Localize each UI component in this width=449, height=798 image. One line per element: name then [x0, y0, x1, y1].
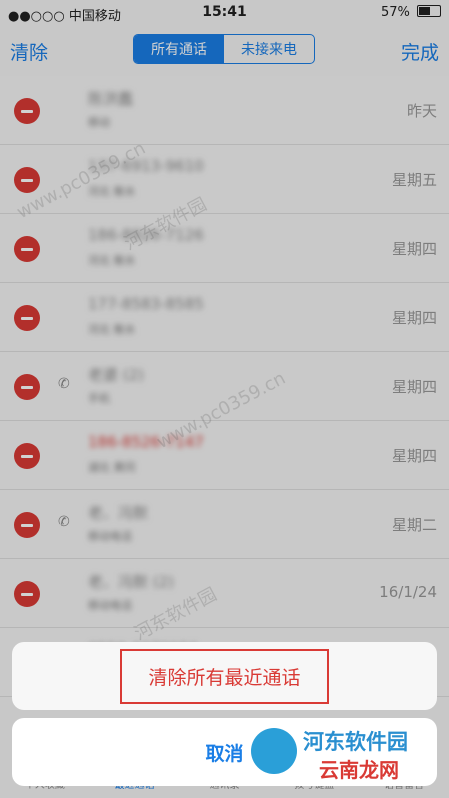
clear-all-recents-button[interactable]: 清除所有最近通话 [120, 648, 329, 704]
site-logo: 河东软件园 云南龙网 [251, 724, 441, 782]
logo-subtitle: 云南龙网 [319, 758, 399, 782]
action-sheet: 清除所有最近通话 [12, 642, 437, 710]
logo-icon [251, 728, 297, 774]
logo-title: 河东软件园 [303, 730, 408, 754]
